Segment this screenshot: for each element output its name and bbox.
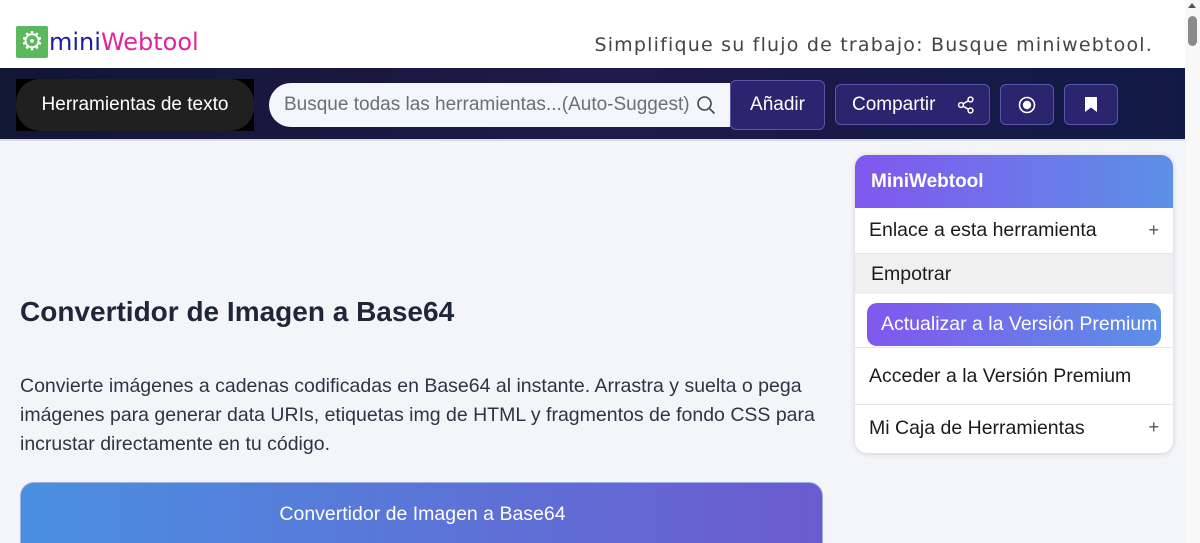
site-tagline: Simplifique su flujo de trabajo: Busque … [594, 34, 1153, 56]
upgrade-item: Actualizar a la Versión Premium [855, 294, 1173, 348]
logo-text-mini: mini [49, 28, 101, 56]
logo-text: miniWebtool [49, 26, 199, 58]
bookmark-button[interactable] [1064, 84, 1118, 125]
plus-icon[interactable]: + [1148, 220, 1159, 241]
scrollbar-thumb[interactable] [1188, 16, 1197, 46]
top-header: ⚙ miniWebtool Simplifique su flujo de tr… [0, 0, 1185, 68]
my-toolbox-label: Mi Caja de Herramientas [869, 417, 1085, 439]
my-toolbox-item[interactable]: Mi Caja de Herramientas + [855, 405, 1173, 452]
widget-title: MiniWebtool [855, 155, 1173, 208]
navbar: Herramientas de texto Añadir Compartir [0, 68, 1185, 141]
share-icon [957, 96, 974, 114]
miniwebtool-widget: MiniWebtool Enlace a esta herramienta + … [855, 155, 1173, 453]
search-bar [269, 83, 730, 127]
record-icon [1018, 96, 1036, 113]
record-button[interactable] [1000, 84, 1054, 125]
gear-logo-icon: ⚙ [16, 26, 48, 58]
share-button[interactable]: Compartir [835, 84, 990, 125]
link-to-tool-label: Enlace a esta herramienta [869, 219, 1097, 241]
access-premium-item[interactable]: Acceder a la Versión Premium [855, 348, 1173, 405]
search-input[interactable] [284, 94, 689, 116]
page-title: Convertidor de Imagen a Base64 [20, 296, 455, 327]
share-button-label: Compartir [852, 93, 936, 115]
embed-item[interactable]: Empotrar [855, 254, 1173, 294]
page-scrollbar[interactable] [1185, 0, 1200, 543]
bookmark-icon [1085, 97, 1097, 112]
tool-card-title: Convertidor de Imagen a Base64 [279, 503, 566, 525]
category-menu[interactable]: Herramientas de texto [16, 79, 254, 131]
embed-label: Empotrar [871, 262, 952, 285]
scroll-up-arrow-icon[interactable] [1188, 3, 1196, 8]
page-description: Convierte imágenes a cadenas codificadas… [20, 375, 815, 455]
category-menu-label[interactable]: Herramientas de texto [16, 79, 254, 131]
upgrade-premium-button[interactable]: Actualizar a la Versión Premium [867, 303, 1161, 346]
site-logo[interactable]: ⚙ miniWebtool [16, 26, 199, 58]
link-to-tool-item[interactable]: Enlace a esta herramienta + [855, 208, 1173, 254]
logo-text-webtool: Webtool [100, 28, 199, 56]
add-button[interactable]: Añadir [730, 80, 825, 130]
plus-icon[interactable]: + [1148, 417, 1159, 438]
search-icon[interactable] [696, 95, 716, 115]
access-premium-label: Acceder a la Versión Premium [869, 364, 1132, 387]
tool-card: Convertidor de Imagen a Base64 [20, 482, 823, 543]
